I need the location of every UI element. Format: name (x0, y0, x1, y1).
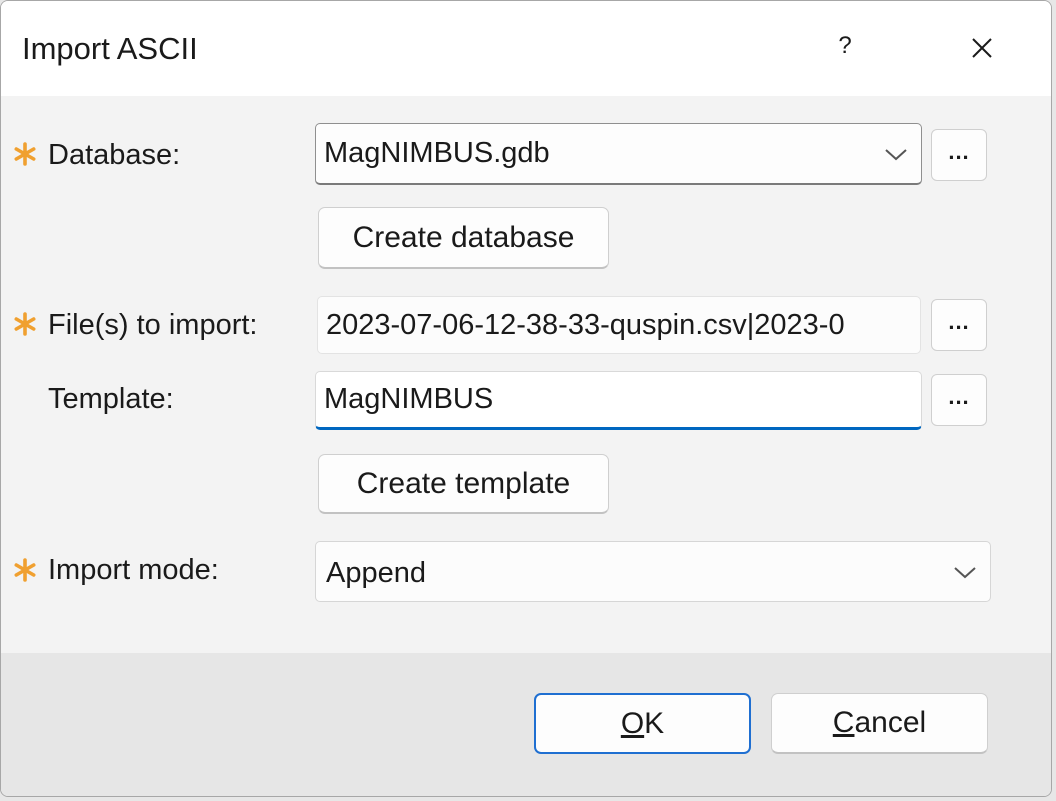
template-input[interactable]: MagNIMBUS (315, 371, 922, 430)
chevron-down-icon (885, 149, 907, 161)
ellipsis-icon: ... (948, 139, 970, 164)
create-template-button[interactable]: Create template (318, 454, 609, 514)
chevron-down-icon (954, 567, 976, 579)
ok-button[interactable]: OK (534, 693, 751, 754)
files-label: File(s) to import: (48, 309, 258, 341)
cancel-mnemonic: C (832, 706, 855, 739)
template-value: MagNIMBUS (324, 383, 494, 415)
close-button[interactable] (955, 21, 1009, 75)
files-browse-button[interactable]: ... (931, 299, 987, 351)
required-star-icon (14, 558, 36, 582)
ellipsis-icon: ... (948, 384, 970, 409)
template-browse-button[interactable]: ... (931, 374, 987, 426)
window-edge (1043, 96, 1051, 476)
ok-mnemonic: O (620, 706, 645, 740)
required-star-icon (14, 312, 36, 336)
files-input[interactable]: 2023-07-06-12-38-33-quspin.csv|2023-0 (317, 296, 921, 354)
import-ascii-dialog: Import ASCII ? Database: MagNIMBUS.gdb .… (0, 0, 1052, 797)
help-icon: ? (838, 32, 852, 59)
import-mode-value: Append (326, 557, 426, 589)
database-browse-button[interactable]: ... (931, 129, 987, 181)
cancel-label: ancel (854, 706, 927, 739)
close-icon (972, 38, 992, 58)
cancel-button[interactable]: Cancel (771, 693, 988, 754)
import-mode-label: Import mode: (48, 554, 219, 586)
database-label: Database: (48, 139, 181, 171)
create-database-button[interactable]: Create database (318, 207, 609, 269)
ok-label: K (644, 706, 665, 740)
help-button[interactable]: ? (823, 21, 867, 71)
required-star-icon (14, 142, 36, 166)
title-bar: Import ASCII ? (1, 1, 1051, 96)
files-value: 2023-07-06-12-38-33-quspin.csv|2023-0 (326, 309, 845, 341)
dialog-footer: OK Cancel (1, 653, 1051, 796)
template-label: Template: (48, 383, 174, 415)
database-value: MagNIMBUS.gdb (324, 137, 550, 169)
import-mode-select[interactable]: Append (315, 541, 991, 602)
ellipsis-icon: ... (948, 309, 970, 334)
database-select[interactable]: MagNIMBUS.gdb (315, 123, 922, 185)
dialog-title: Import ASCII (22, 31, 198, 66)
